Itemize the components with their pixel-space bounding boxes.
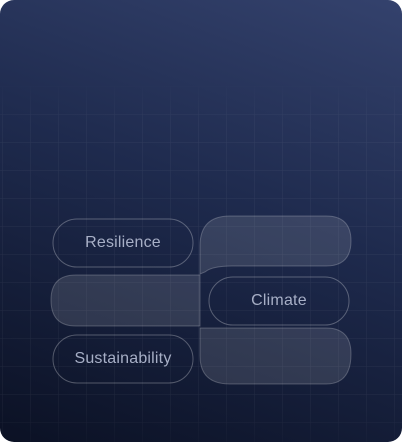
tag-climate: Climate (209, 277, 349, 325)
tag-resilience-label: Resilience (85, 234, 161, 251)
tag-sustainability: Sustainability (53, 335, 193, 383)
tag-resilience: Resilience (53, 219, 193, 267)
tag-climate-label: Climate (251, 292, 307, 309)
tag-sustainability-label: Sustainability (74, 350, 172, 367)
feature-card: Resilience Climate Sustainability (0, 0, 402, 442)
